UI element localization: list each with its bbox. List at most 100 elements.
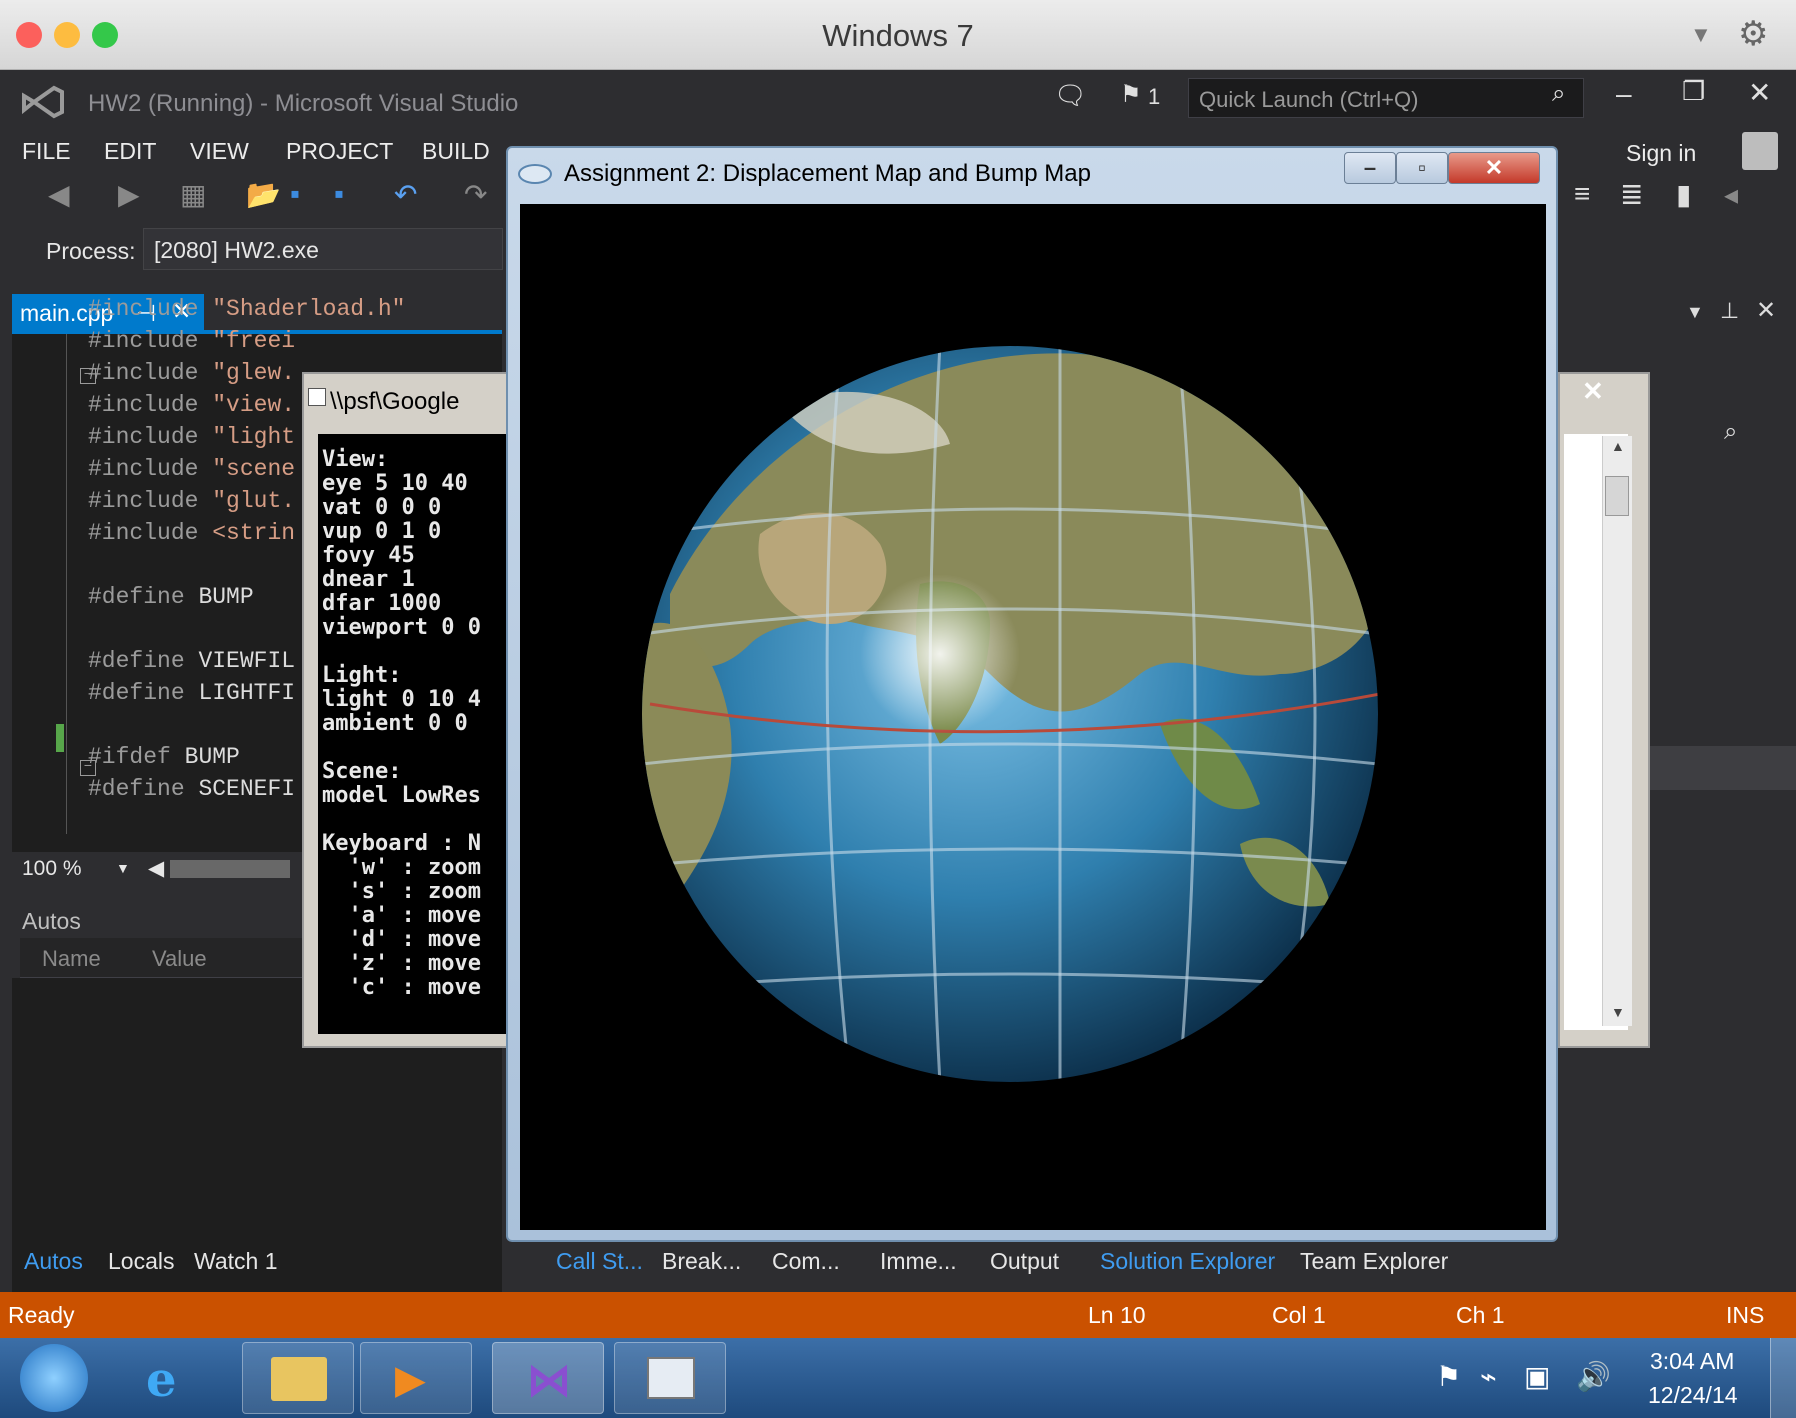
- vertical-scrollbar[interactable]: ▲ ▼: [1602, 436, 1632, 1026]
- tab-command[interactable]: Com...: [772, 1248, 840, 1275]
- taskbar-glut-app[interactable]: [614, 1342, 726, 1414]
- bookmark-prev-icon[interactable]: ◂: [1724, 178, 1738, 211]
- tab-locals[interactable]: Locals: [108, 1248, 174, 1275]
- format-icon[interactable]: ≣: [1620, 178, 1643, 211]
- code-line: #define SCENEFI: [88, 776, 296, 802]
- scroll-left-icon[interactable]: ◀: [148, 856, 164, 881]
- quick-launch-input[interactable]: Quick Launch (Ctrl+Q): [1188, 78, 1584, 118]
- code-line: #ifdef BUMP: [88, 744, 240, 770]
- menu-project[interactable]: PROJECT: [286, 138, 393, 165]
- console-text: View: eye 5 10 40 vat 0 0 0 vup 0 1 0 fo…: [322, 447, 481, 1000]
- menu-view[interactable]: VIEW: [190, 138, 249, 165]
- clock-date[interactable]: 12/24/14: [1648, 1382, 1738, 1409]
- tab-call-stack[interactable]: Call St...: [556, 1248, 643, 1275]
- scroll-down-icon[interactable]: ▼: [1611, 1004, 1625, 1020]
- folder-icon: [271, 1357, 327, 1401]
- network-icon[interactable]: ▣: [1524, 1360, 1550, 1393]
- console-title: \\psf\Google: [330, 388, 460, 415]
- forward-icon[interactable]: ▶: [118, 178, 140, 211]
- gear-icon[interactable]: ⚙: [1738, 14, 1768, 54]
- scroll-up-icon[interactable]: ▲: [1611, 438, 1625, 454]
- status-bar: Ready Ln 10 Col 1 Ch 1 INS: [0, 1292, 1796, 1338]
- tab-immediate[interactable]: Imme...: [880, 1248, 957, 1275]
- sign-in-link[interactable]: Sign in: [1626, 140, 1696, 167]
- taskbar-visual-studio[interactable]: ⋈: [492, 1342, 604, 1414]
- glut-window[interactable]: Assignment 2: Displacement Map and Bump …: [506, 146, 1558, 1242]
- pin-icon[interactable]: ⊥: [1720, 298, 1739, 324]
- scroll-thumb[interactable]: [1605, 476, 1629, 516]
- search-icon[interactable]: ⌕: [1724, 418, 1737, 446]
- close-button[interactable]: ✕: [1748, 76, 1771, 109]
- open-file-icon[interactable]: 📂: [246, 178, 281, 211]
- tab-watch1[interactable]: Watch 1: [194, 1248, 278, 1275]
- tab-breakpoints[interactable]: Break...: [662, 1248, 741, 1275]
- maximize-button[interactable]: ▫: [1396, 152, 1448, 184]
- horizontal-scrollbar[interactable]: [170, 860, 290, 878]
- autos-col-value[interactable]: Value: [152, 946, 207, 972]
- glut-title: Assignment 2: Displacement Map and Bump …: [564, 160, 1091, 187]
- code-line: #include "scene: [88, 456, 296, 482]
- status-mode: INS: [1726, 1302, 1765, 1328]
- tab-team-explorer[interactable]: Team Explorer: [1300, 1248, 1448, 1275]
- globe-render: [642, 346, 1378, 1082]
- console-app-icon: [308, 388, 326, 406]
- minimize-button[interactable]: –: [1344, 152, 1396, 184]
- code-line: #include "light: [88, 424, 296, 450]
- show-desktop-button[interactable]: [1770, 1338, 1796, 1418]
- mac-titlebar: Windows 7 ▼ ⚙: [0, 0, 1796, 70]
- save-all-icon[interactable]: ▪: [334, 178, 344, 210]
- chevron-down-icon[interactable]: ▼: [116, 860, 130, 876]
- chevron-down-icon[interactable]: ▼: [1690, 22, 1712, 48]
- autos-col-name[interactable]: Name: [42, 946, 101, 972]
- status-char: Ch 1: [1456, 1302, 1505, 1328]
- tab-solution-explorer[interactable]: Solution Explorer: [1100, 1248, 1275, 1275]
- uncomment-icon[interactable]: ≡: [1574, 178, 1590, 210]
- taskbar-media-player[interactable]: ▶: [360, 1342, 472, 1414]
- save-icon[interactable]: ▪: [290, 178, 300, 210]
- power-icon[interactable]: ⌁: [1480, 1360, 1497, 1393]
- volume-icon[interactable]: 🔊: [1576, 1360, 1611, 1393]
- account-avatar[interactable]: [1742, 132, 1778, 170]
- back-icon[interactable]: ◀: [48, 178, 70, 211]
- code-line: #define BUMP: [88, 584, 254, 610]
- tab-autos[interactable]: Autos: [24, 1248, 83, 1275]
- status-text: Ready: [8, 1302, 75, 1328]
- second-console-window[interactable]: ✕ ▲ ▼: [1558, 372, 1650, 1048]
- clock-time[interactable]: 3:04 AM: [1650, 1348, 1734, 1375]
- action-center-flag-icon[interactable]: ⚑: [1436, 1360, 1461, 1393]
- visual-studio-icon: ⋈: [527, 1356, 571, 1405]
- bookmark-icon[interactable]: ▮: [1676, 178, 1691, 211]
- play-icon: ▶: [395, 1358, 426, 1402]
- code-line: #include "Shaderload.h": [88, 296, 406, 322]
- code-line: #include "glut.: [88, 488, 296, 514]
- redo-icon[interactable]: ↷: [464, 178, 487, 211]
- menu-file[interactable]: FILE: [22, 138, 71, 165]
- internet-explorer-icon[interactable]: e: [146, 1352, 177, 1408]
- menu-edit[interactable]: EDIT: [104, 138, 156, 165]
- process-select[interactable]: [2080] HW2.exe: [143, 228, 503, 270]
- app-window-icon: [647, 1357, 695, 1399]
- zoom-select[interactable]: 100 %: [22, 857, 82, 880]
- close-button[interactable]: ✕: [1448, 152, 1540, 184]
- menu-build[interactable]: BUILD: [422, 138, 490, 165]
- opengl-viewport[interactable]: [520, 204, 1546, 1230]
- minimize-button[interactable]: –: [1616, 78, 1632, 110]
- visual-studio-logo-icon: [22, 85, 64, 119]
- close-icon[interactable]: ✕: [1582, 376, 1604, 407]
- autos-panel-title: Autos: [22, 908, 81, 934]
- chevron-down-icon[interactable]: ▼: [1686, 302, 1704, 323]
- tab-output[interactable]: Output: [990, 1248, 1059, 1275]
- fold-guide: [66, 334, 67, 834]
- search-icon[interactable]: ⌕: [1552, 80, 1565, 108]
- taskbar-explorer[interactable]: [242, 1342, 354, 1414]
- specular-highlight: [860, 574, 1020, 734]
- code-line: #include <strin: [88, 520, 296, 546]
- feedback-icon[interactable]: 🗨: [1054, 80, 1087, 111]
- start-button[interactable]: [20, 1344, 88, 1412]
- process-label: Process:: [46, 238, 136, 264]
- new-project-icon[interactable]: ▦: [180, 178, 206, 211]
- restore-button[interactable]: ❐: [1682, 76, 1705, 107]
- undo-icon[interactable]: ↶: [394, 178, 417, 211]
- close-pane-icon[interactable]: ✕: [1756, 296, 1776, 325]
- notification-flag-icon[interactable]: ⚑: [1120, 80, 1142, 109]
